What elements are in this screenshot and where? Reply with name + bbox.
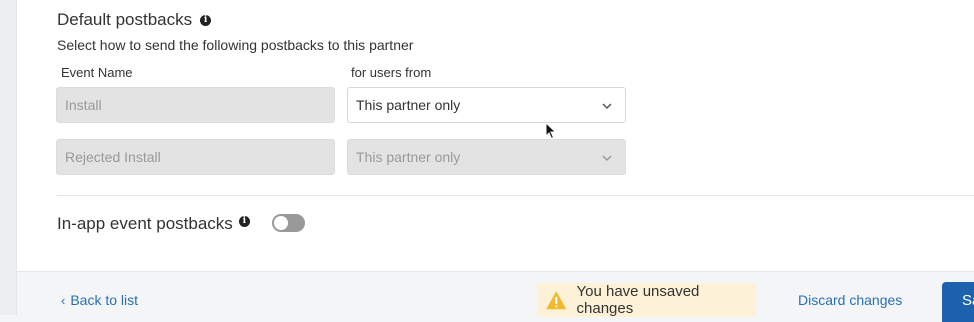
users-from-column-label: for users from	[351, 65, 432, 80]
event-name-field-rejected-install: Rejected Install	[56, 139, 335, 175]
unsaved-changes-banner: You have unsaved changes	[537, 283, 756, 317]
event-name-value: Install	[65, 97, 102, 113]
select-value: This partner only	[356, 97, 461, 113]
warning-icon	[546, 291, 567, 309]
discard-changes-link[interactable]: Discard changes	[798, 292, 902, 308]
back-to-list-link[interactable]: ‹ Back to list	[61, 292, 138, 308]
inapp-postbacks-heading: In-app event postbacks i	[57, 214, 250, 234]
event-name-field-install: Install	[56, 87, 335, 123]
chevron-left-icon: ‹	[61, 292, 66, 308]
toggle-knob	[274, 216, 288, 230]
cursor-icon	[545, 122, 557, 140]
section-subtitle: Select how to send the following postbac…	[57, 37, 414, 53]
info-icon[interactable]: i	[238, 216, 250, 227]
event-name-column-label: Event Name	[61, 65, 133, 80]
left-sidebar-edge	[0, 0, 17, 315]
section-divider	[57, 195, 974, 196]
chevron-down-icon	[602, 155, 612, 162]
save-button[interactable]: Sa	[942, 282, 974, 322]
users-from-select-rejected-install: This partner only	[347, 139, 626, 175]
info-icon[interactable]: i	[200, 14, 212, 26]
section-title: Default postbacks	[57, 10, 193, 29]
inapp-title: In-app event postbacks	[57, 214, 233, 233]
default-postbacks-heading: Default postbacks i	[57, 10, 212, 30]
unsaved-changes-text: You have unsaved changes	[576, 283, 700, 317]
chevron-down-icon	[602, 103, 612, 110]
inapp-postbacks-toggle[interactable]	[272, 214, 305, 232]
select-value: This partner only	[356, 149, 461, 165]
users-from-select-install[interactable]: This partner only	[347, 87, 626, 123]
back-link-label: Back to list	[70, 292, 139, 308]
event-name-value: Rejected Install	[65, 149, 161, 165]
